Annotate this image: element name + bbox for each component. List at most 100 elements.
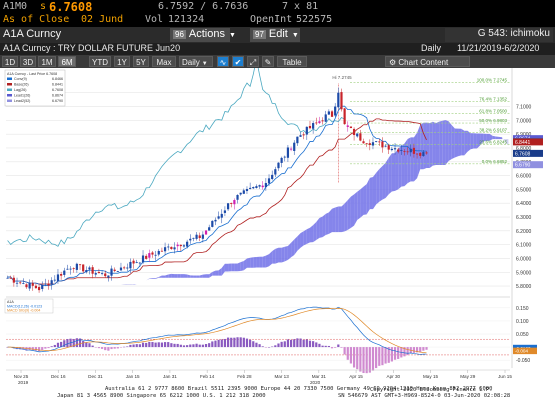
candle-body bbox=[346, 125, 349, 127]
macd-histogram-bar bbox=[100, 347, 104, 349]
ticker-name: A1A Curncy bbox=[3, 28, 62, 40]
legend-item-value: 6.6790 bbox=[52, 99, 63, 103]
cloud-segment bbox=[265, 254, 270, 268]
chart-content-button[interactable]: ⚙ Chart Content bbox=[385, 56, 470, 67]
period-ytd-button[interactable]: YTD bbox=[89, 56, 111, 67]
candle-body bbox=[44, 283, 47, 285]
period-1y-button[interactable]: 1Y bbox=[114, 56, 130, 67]
cloud-segment bbox=[272, 248, 276, 264]
macd-histogram-bar bbox=[104, 347, 107, 351]
candle-body bbox=[289, 148, 293, 150]
candle-body bbox=[245, 189, 249, 192]
cloud-segment bbox=[328, 208, 333, 234]
candle-body bbox=[327, 111, 330, 115]
cloud-segment bbox=[250, 257, 254, 268]
macd-histogram-bar bbox=[315, 342, 318, 348]
cloud-segment bbox=[382, 162, 386, 200]
macd-histogram-bar bbox=[390, 347, 393, 362]
fullscreen-icon[interactable]: ⤢ bbox=[247, 56, 259, 67]
edit-icon[interactable]: ✎ bbox=[262, 56, 274, 67]
candle-body bbox=[340, 92, 343, 110]
period-1d-button[interactable]: 1D bbox=[2, 56, 18, 67]
cloud-segment bbox=[262, 255, 266, 268]
cloud-segment bbox=[237, 262, 241, 272]
ichimoku-chart[interactable]: 100.0% 7.2745 76.4% 7.1352 61.8% 7.0500 50.… bbox=[0, 68, 555, 386]
candle-body bbox=[315, 122, 318, 124]
macd-histogram-bar bbox=[233, 337, 236, 348]
cloud-segment bbox=[281, 246, 285, 263]
x-tick-label: Mar 13 bbox=[274, 374, 289, 379]
cloud-segment bbox=[413, 132, 418, 182]
macd-histogram-bar bbox=[271, 346, 274, 348]
checkbox-icon[interactable]: ✔ bbox=[232, 56, 244, 67]
cloud-segment bbox=[467, 130, 471, 152]
macd-legend-signal: MACD SIG(9) -0.004 bbox=[7, 309, 40, 313]
line-chart-icon[interactable]: ∿ bbox=[217, 56, 229, 67]
cloud-segment bbox=[407, 137, 411, 184]
cloud-segment bbox=[338, 206, 342, 233]
actions-menu-button[interactable]: 96 Actions ▼ bbox=[170, 28, 236, 42]
quote-bar: A1M0 s 6.7608 6.7592 / 6.7636 7 x 81 As … bbox=[0, 0, 555, 27]
period-5y-button[interactable]: 5Y bbox=[133, 56, 149, 67]
period-6m-button[interactable]: 6M bbox=[58, 56, 76, 67]
macd-histogram-bar bbox=[119, 347, 123, 348]
candle-body bbox=[126, 267, 129, 269]
candle-body bbox=[318, 121, 321, 124]
macd-histogram-bar bbox=[318, 343, 321, 348]
macd-histogram-bar bbox=[362, 347, 365, 373]
legend-item-value: 6.8674 bbox=[52, 94, 63, 98]
macd-histogram-bar bbox=[132, 344, 135, 348]
period-max-button[interactable]: Max bbox=[152, 56, 176, 67]
cloud-segment bbox=[127, 284, 131, 285]
cloud-segment bbox=[366, 177, 370, 215]
macd-histogram-bar bbox=[349, 347, 353, 364]
macd-histogram-bar bbox=[201, 344, 204, 348]
cloud-segment bbox=[228, 263, 232, 272]
macd-histogram-bar bbox=[384, 347, 387, 364]
period-1m-button[interactable]: 1M bbox=[38, 56, 56, 67]
price-axis: 7.10007.00006.90006.80006.70006.60006.50… bbox=[511, 68, 555, 386]
period-3d-button[interactable]: 3D bbox=[20, 56, 36, 67]
candle-body bbox=[375, 141, 378, 142]
frequency-select[interactable]: Daily ▼ bbox=[179, 56, 213, 67]
table-button[interactable]: Table bbox=[277, 56, 307, 67]
candle-body bbox=[135, 262, 138, 263]
macd-tag-label: -0.004 bbox=[515, 349, 528, 354]
candle-body bbox=[271, 174, 274, 180]
candle-body bbox=[113, 269, 116, 271]
macd-histogram-bar bbox=[186, 345, 189, 348]
candle-body bbox=[148, 253, 151, 258]
cloud-segment bbox=[439, 120, 443, 165]
cloud-segment bbox=[350, 194, 355, 228]
macd-histogram-bar bbox=[226, 337, 230, 348]
macd-histogram-bar bbox=[406, 347, 409, 356]
macd-histogram-bar bbox=[182, 345, 186, 348]
cloud-segment bbox=[376, 169, 380, 205]
candle-body bbox=[371, 142, 375, 146]
candle-body bbox=[308, 125, 312, 129]
macd-tick-label: 0.050 bbox=[516, 332, 529, 338]
cloud-segment bbox=[234, 263, 238, 272]
candle-body bbox=[138, 262, 141, 264]
candle-body bbox=[60, 274, 63, 276]
cloud-segment bbox=[391, 153, 396, 192]
price-tick-label: 6.4000 bbox=[516, 201, 532, 207]
macd-histogram-bar bbox=[138, 344, 141, 348]
candle-body bbox=[230, 202, 233, 204]
chevron-down-icon: ▼ bbox=[201, 61, 208, 67]
gear-icon: ⚙ bbox=[389, 58, 397, 67]
legend-item-label: Conv(9) bbox=[14, 77, 27, 81]
candle-body bbox=[422, 152, 425, 157]
candle-body bbox=[226, 203, 230, 210]
candle-body bbox=[123, 267, 126, 269]
edit-menu-button[interactable]: 97 Edit ▼ bbox=[250, 28, 300, 42]
macd-histogram-bar bbox=[148, 341, 151, 348]
cloud-segment bbox=[284, 246, 288, 262]
legend-swatch bbox=[7, 88, 12, 91]
cloud-segment bbox=[278, 247, 282, 263]
macd-histogram-bar bbox=[53, 344, 56, 348]
candle-body bbox=[53, 279, 56, 281]
macd-histogram-bar bbox=[289, 339, 293, 348]
last-price: 6.7608 bbox=[49, 0, 93, 14]
cloud-segment bbox=[432, 121, 436, 166]
